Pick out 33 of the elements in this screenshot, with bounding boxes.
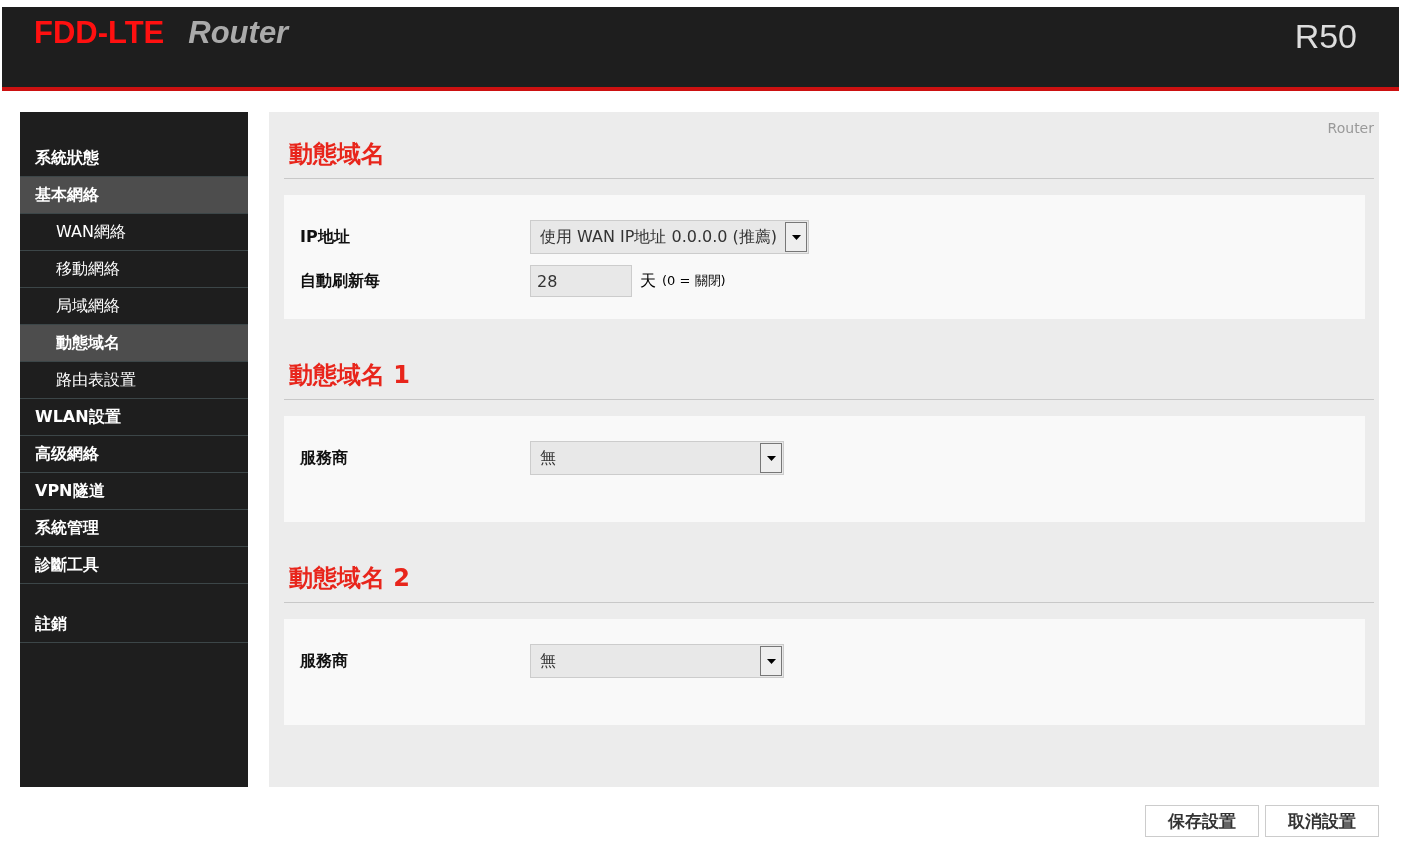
sidebar-subitem[interactable]: 路由表設置 xyxy=(20,362,248,399)
sidebar-item[interactable]: WLAN設置 xyxy=(20,399,248,436)
action-button[interactable]: 保存設置 xyxy=(1145,805,1259,837)
brand-logo-text: FDD-LTE xyxy=(34,15,165,51)
dropdown[interactable]: 無 xyxy=(530,441,784,475)
sidebar-item[interactable]: 基本網絡 xyxy=(20,177,248,214)
section-title: 動態域名 1 xyxy=(284,357,1374,400)
sidebar-item[interactable]: VPN隧道 xyxy=(20,473,248,510)
hint-text: (0 = 關閉) xyxy=(662,272,726,290)
product-logo-text: Router xyxy=(188,15,289,51)
field-label: 服務商 xyxy=(300,650,349,672)
sidebar-subitem[interactable]: WAN網絡 xyxy=(20,214,248,251)
caret-icon xyxy=(766,658,776,664)
input-field[interactable]: 28 xyxy=(530,265,632,297)
section-title: 動態域名 2 xyxy=(284,560,1374,603)
logout-item[interactable]: 註銷 xyxy=(20,606,248,643)
caret-icon xyxy=(766,455,776,461)
field-label: 自動刷新每 xyxy=(300,270,381,292)
sidebar-subitem[interactable]: 移動網絡 xyxy=(20,251,248,288)
unit-label: 天 xyxy=(640,270,656,292)
dropdown[interactable]: 使用 WAN IP地址 0.0.0.0 (推薦) xyxy=(530,220,810,254)
sidebar-item[interactable]: 高级網絡 xyxy=(20,436,248,473)
caret-icon xyxy=(791,234,801,240)
action-button[interactable]: 取消設置 xyxy=(1265,805,1379,837)
sidebar-item[interactable]: 系統管理 xyxy=(20,510,248,547)
dropdown[interactable]: 無 xyxy=(530,644,784,678)
section-title: 動態域名 xyxy=(284,136,1374,179)
field-label: 服務商 xyxy=(300,447,349,469)
breadcrumb: Router xyxy=(1327,120,1374,136)
field-label: IP地址 xyxy=(300,226,351,248)
model-name: R50 xyxy=(1294,17,1357,56)
sidebar-subitem[interactable]: 動態域名 xyxy=(20,325,248,362)
sidebar-item[interactable]: 診斷工具 xyxy=(20,547,248,584)
